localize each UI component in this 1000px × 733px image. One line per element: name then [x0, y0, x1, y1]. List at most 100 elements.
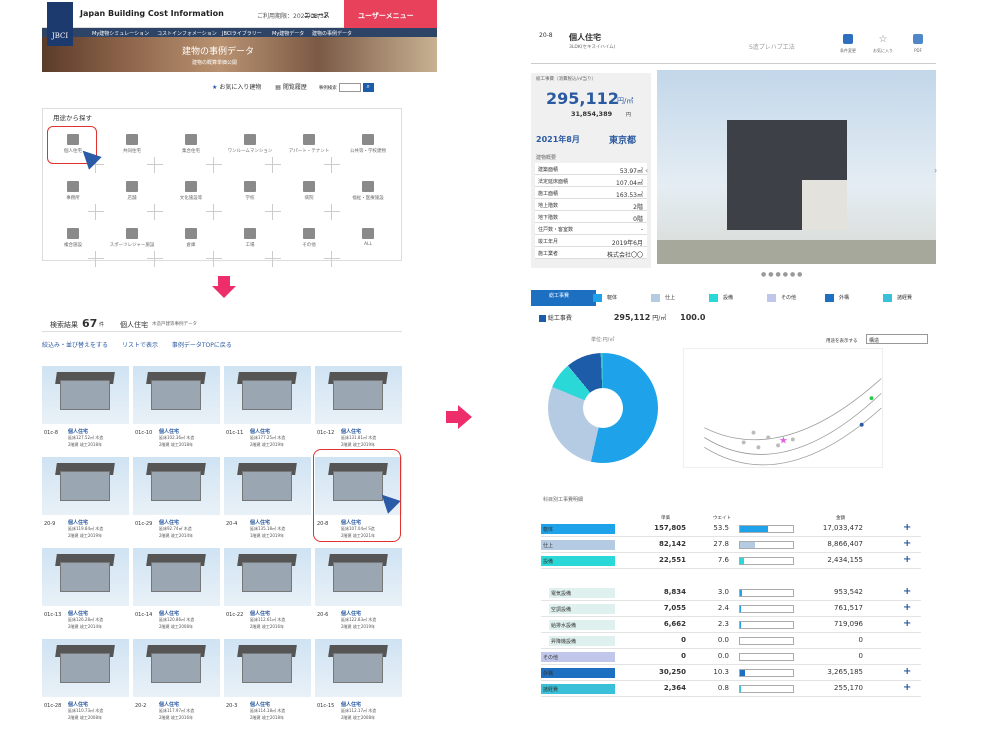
expand-plus-icon[interactable]: +: [903, 555, 913, 565]
cost-category-label[interactable]: その他: [541, 652, 615, 662]
cost-tab-0[interactable]: 総工事費: [531, 290, 596, 306]
jbci-logo[interactable]: JBCI: [47, 2, 73, 46]
cost-tab-6[interactable]: 諸経費: [879, 292, 912, 304]
category-item-9[interactable]: 学校: [225, 181, 275, 201]
category-item-10[interactable]: 病院: [284, 181, 334, 201]
result-card[interactable]: 01c-14 個人住宅 延床120.86㎡ 木造 2階建 竣工2008年: [133, 548, 220, 634]
result-card[interactable]: 01c-13 個人住宅 延床126.28㎡ 木造 2階建 竣工2014年: [42, 548, 129, 634]
result-card[interactable]: 20-9 個人住宅 延床119.84㎡ 木造 2階建 竣工2019年: [42, 457, 129, 543]
expand-plus-icon[interactable]: +: [903, 603, 913, 613]
category-item-14[interactable]: 倉庫: [166, 228, 216, 248]
nav-my-data[interactable]: My建物データ: [272, 30, 304, 37]
search-button[interactable]: ⌕: [362, 83, 374, 92]
structure-select[interactable]: 構造: [866, 334, 928, 344]
condition-change-button[interactable]: 条件変更: [833, 34, 863, 54]
cost-category-label[interactable]: 給排水設備: [549, 620, 615, 630]
search-input[interactable]: [338, 83, 361, 92]
favorites-link[interactable]: お気に入り建物: [219, 84, 261, 91]
history-link[interactable]: 閲覧履歴: [283, 84, 307, 91]
card-id: 01c-22: [226, 612, 244, 618]
house-thumbnail: [42, 639, 129, 697]
next-photo-button[interactable]: ›: [934, 166, 937, 175]
favorite-button[interactable]: ☆ お気に入り: [868, 34, 898, 54]
wall: [60, 380, 110, 410]
result-card[interactable]: 01c-29 個人住宅 延床92.74㎡ 木造 2階建 竣工2014年: [133, 457, 220, 543]
cost-tab-4[interactable]: その他: [763, 292, 796, 304]
cost-category-label[interactable]: 諸経費: [541, 684, 615, 694]
card-desc: 延床92.74㎡ 木造: [159, 526, 192, 531]
cost-category-label[interactable]: 躯体: [541, 524, 615, 534]
cost-name: 電気設備: [551, 591, 572, 597]
category-item-11[interactable]: 福祉・医療施設: [343, 181, 393, 201]
category-item-6[interactable]: 事務所: [48, 181, 98, 201]
result-card[interactable]: 01c-8 個人住宅 延床127.52㎡ 木造 2階建 竣工2018年: [42, 366, 129, 452]
cost-category-label[interactable]: 空調設備: [549, 604, 615, 614]
category-item-1[interactable]: 共同住宅: [107, 134, 157, 154]
result-card[interactable]: 20-2 個人住宅 延床117.97㎡ 木造 2階建 竣工2016年: [133, 639, 220, 725]
tab-label: 外構: [839, 295, 850, 301]
building-icon: [126, 228, 138, 239]
result-card[interactable]: 01c-22 個人住宅 延床112.61㎡ 木造 2階建 竣工2016年: [224, 548, 311, 634]
category-item-4[interactable]: アパート・テナント: [284, 134, 334, 154]
category-item-16[interactable]: その他: [284, 228, 334, 248]
cost-tab-1[interactable]: 躯体: [589, 292, 617, 304]
news-link[interactable]: ニュース: [304, 9, 330, 19]
spec-name: 竣工年月: [538, 239, 559, 245]
back-to-top-link[interactable]: 事例データTOPに戻る: [172, 342, 232, 349]
category-item-2[interactable]: 集合住宅: [166, 134, 216, 154]
category-item-7[interactable]: 店舗: [107, 181, 157, 201]
category-item-13[interactable]: スポーツレジャー施設: [107, 228, 157, 248]
pdf-button[interactable]: PDF: [903, 34, 933, 53]
cost-weight: 27.8: [713, 540, 729, 548]
expand-plus-icon[interactable]: +: [903, 587, 913, 597]
nav-case-data[interactable]: 建物の事例データ: [312, 30, 352, 37]
building-icon: [362, 134, 374, 145]
house-thumbnail: [224, 457, 311, 515]
result-card[interactable]: 01c-12 個人住宅 延床131.81㎡ 木造 2階建 竣工2019年: [315, 366, 402, 452]
nav-simulation[interactable]: My建物シミュレーション: [92, 30, 149, 37]
search-label: 事例検索: [318, 86, 337, 91]
category-item-8[interactable]: 文化施設等: [166, 181, 216, 201]
svg-text:★: ★: [779, 435, 788, 446]
expand-plus-icon[interactable]: +: [903, 683, 913, 693]
nav-cost-info[interactable]: コストインフォメーション: [157, 30, 217, 37]
cost-category-label[interactable]: 外構: [541, 668, 615, 678]
cost-tab-3[interactable]: 設備: [705, 292, 733, 304]
expand-plus-icon[interactable]: +: [903, 667, 913, 677]
category-item-15[interactable]: 工場: [225, 228, 275, 248]
result-card[interactable]: 20-3 個人住宅 延床114.18㎡ 木造 2階建 竣工2018年: [224, 639, 311, 725]
result-card[interactable]: 20-6 個人住宅 延床122.83㎡ 木造 2階建 竣工2019年: [315, 548, 402, 634]
cost-name: 仕上: [543, 543, 554, 549]
result-card[interactable]: 20-4 個人住宅 延床135.18㎡ 木造 1階建 竣工2019年: [224, 457, 311, 543]
expand-plus-icon[interactable]: +: [903, 539, 913, 549]
cost-category-label[interactable]: 電気設備: [549, 588, 615, 598]
carousel-dots[interactable]: ●●●●●●: [761, 271, 804, 278]
expand-plus-icon[interactable]: +: [903, 619, 913, 629]
category-item-12[interactable]: 複合施設: [48, 228, 98, 248]
cost-name: その他: [543, 655, 559, 661]
cost-category-label[interactable]: 仕上: [541, 540, 615, 550]
user-menu-button[interactable]: ユーザーメニュー: [344, 0, 437, 28]
category-item-17[interactable]: ALL: [343, 228, 393, 247]
spec-name: 法定延床面積: [538, 179, 569, 185]
result-card[interactable]: 01c-11 個人住宅 延床177.25㎡ 木造 2階建 竣工2019年: [224, 366, 311, 452]
category-item-3[interactable]: ワンルームマンション: [225, 134, 275, 154]
cost-tab-2[interactable]: 仕上: [647, 292, 675, 304]
result-card[interactable]: 01c-28 個人住宅 延床110.73㎡ 木造 2階建 竣工2008年: [42, 639, 129, 725]
card-desc2: 2階建 竣工2008年: [159, 624, 193, 629]
cost-category-label[interactable]: 設備: [541, 556, 615, 566]
card-id: 01c-12: [317, 430, 335, 436]
cost-tab-5[interactable]: 外構: [821, 292, 849, 304]
prev-photo-button[interactable]: ‹: [645, 166, 648, 175]
result-card[interactable]: 01c-10 個人住宅 延床102.36㎡ 木造 2階建 竣工2018年: [133, 366, 220, 452]
expand-plus-icon[interactable]: +: [903, 523, 913, 533]
house-thumbnail: [224, 639, 311, 697]
cost-category-label[interactable]: 昇降機設備: [549, 636, 615, 646]
nav-library[interactable]: JBCIライブラリー: [222, 30, 262, 37]
result-card[interactable]: 01c-15 個人住宅 延床112.17㎡ 木造 2階建 竣工2008年: [315, 639, 402, 725]
filter-sort-button[interactable]: 絞込み・並び替えをする: [42, 342, 108, 349]
category-item-5[interactable]: 公共等・学校建物: [343, 134, 393, 154]
cost-amount: 3,265,185: [827, 668, 863, 676]
list-view-button[interactable]: リストで表示: [122, 342, 158, 349]
wall: [242, 471, 292, 501]
